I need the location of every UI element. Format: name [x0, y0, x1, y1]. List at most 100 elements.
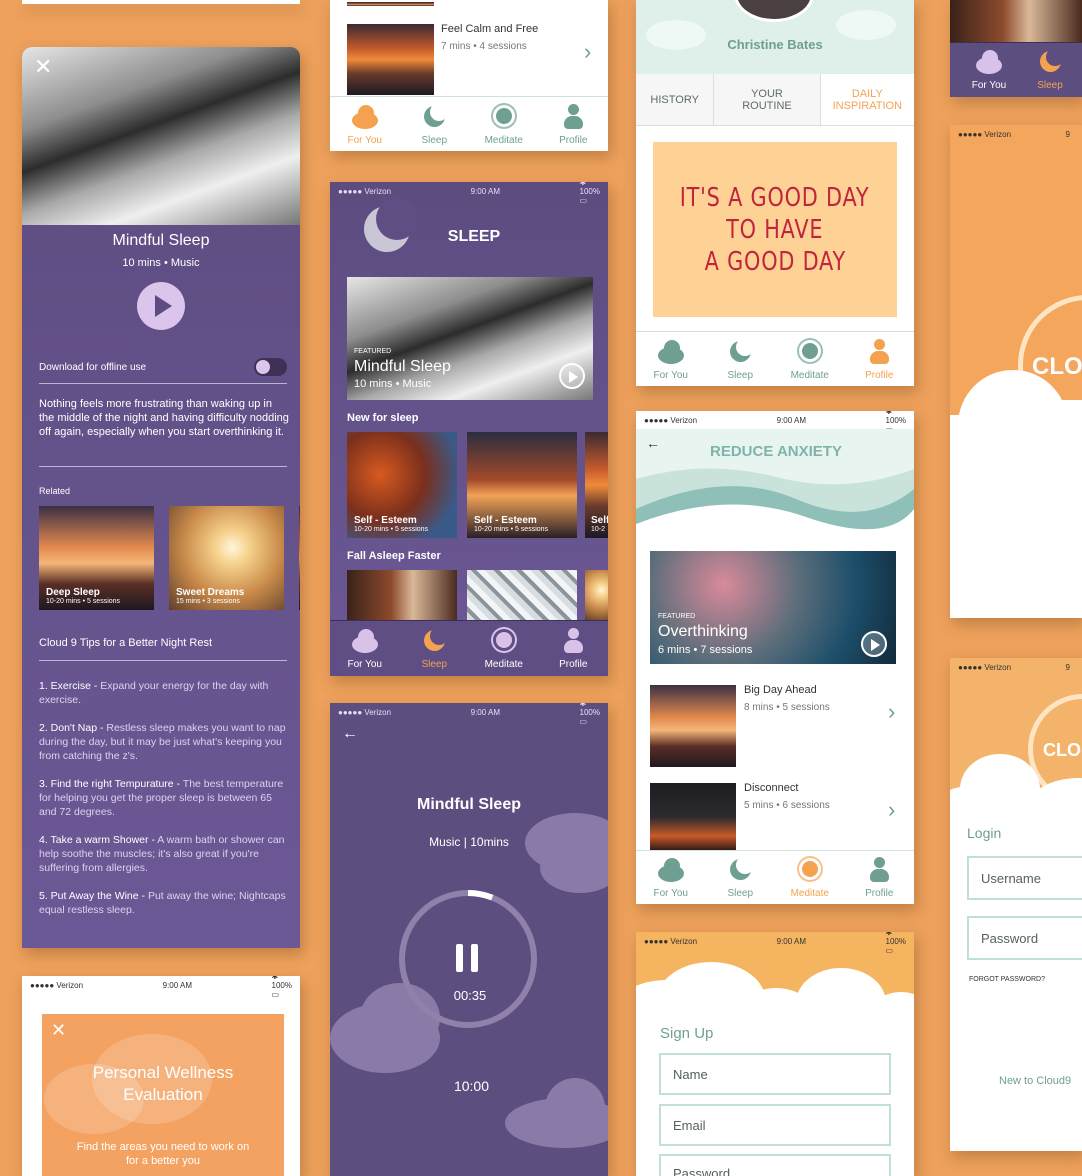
- related-card[interactable]: Deep Sleep 10-20 mins • 5 sessions: [39, 506, 154, 610]
- new-account-link[interactable]: New to Cloud9: [999, 1075, 1071, 1087]
- pause-icon[interactable]: [456, 944, 463, 972]
- tab-inspiration[interactable]: DAILY INSPIRATION: [820, 74, 914, 125]
- tip-item: 2. Don't Nap - Restless sleep makes you …: [39, 721, 289, 763]
- battery: ✱ 100% ▭: [885, 932, 906, 955]
- nav-sleep[interactable]: Sleep: [404, 102, 464, 146]
- nav-sleep[interactable]: Sleep: [710, 337, 770, 381]
- tip-heading: 2. Don't Nap -: [39, 722, 107, 734]
- nav-label: For You: [971, 80, 1007, 91]
- session-tile-partial[interactable]: Self 10-2: [585, 432, 608, 538]
- tile-title: Self - Esteem: [474, 515, 537, 526]
- player-title: Mindful Sleep: [417, 796, 521, 813]
- nav-meditate[interactable]: Meditate: [474, 103, 534, 146]
- nav-meditate[interactable]: Meditate: [474, 627, 534, 670]
- sleep-title: SLEEP: [447, 228, 501, 245]
- tips-title: Cloud 9 Tips for a Better Night Rest: [39, 637, 213, 649]
- tile-meta: 10-20 mins • 5 sessions: [474, 526, 549, 533]
- section-label: New for sleep: [347, 412, 419, 424]
- nav-sleep[interactable]: Sleep: [1030, 48, 1070, 91]
- bottom-nav: For You Sleep Meditate Profile: [330, 620, 608, 676]
- tab-history[interactable]: HISTORY: [636, 74, 715, 125]
- battery: ✱ 100% ▭: [271, 976, 292, 999]
- tile-meta: 10-20 mins • 5 sessions: [354, 526, 429, 533]
- evaluation-title: Personal Wellness Evaluation: [92, 1063, 234, 1104]
- nav-label: Profile: [559, 659, 588, 670]
- tip-heading: 1. Exercise -: [39, 680, 101, 692]
- play-button[interactable]: [861, 631, 887, 657]
- chevron-right-icon[interactable]: ›: [888, 799, 895, 821]
- nav-for-you[interactable]: For You: [641, 856, 701, 899]
- pause-icon[interactable]: [471, 944, 478, 972]
- nav-label: Meditate: [484, 134, 523, 146]
- nav-label: Sleep: [421, 134, 448, 146]
- nav-sleep[interactable]: Sleep: [710, 855, 770, 899]
- nav-label: Profile: [559, 134, 588, 146]
- nav-for-you[interactable]: For You: [335, 627, 395, 670]
- nav-for-you[interactable]: For You: [962, 48, 1016, 91]
- featured-card[interactable]: FEATURED Overthinking 6 mins • 7 session…: [650, 551, 896, 664]
- featured-card[interactable]: FEATURED Mindful Sleep 10 mins • Music: [347, 277, 593, 400]
- nav-sleep[interactable]: Sleep: [404, 627, 464, 670]
- cloud-icon: [656, 856, 686, 884]
- featured-title: Mindful Sleep: [354, 358, 451, 375]
- clock: 9:00 AM: [162, 980, 192, 990]
- for-you-screen-partial: Feel Calm and Free 7 mins • 4 sessions ›…: [330, 0, 608, 151]
- password-field[interactable]: Password: [659, 1154, 891, 1176]
- username-field[interactable]: Username: [967, 856, 1082, 900]
- nav-for-you[interactable]: For You: [641, 338, 701, 381]
- nav-profile[interactable]: Profile: [849, 856, 909, 899]
- carrier: ●●●●● Verizon: [338, 186, 392, 196]
- description-text: Nothing feels more frustrating than waki…: [39, 398, 289, 438]
- quote-line: TO HAVE: [726, 214, 824, 245]
- profile-name: Christine Bates: [727, 37, 823, 52]
- email-field[interactable]: Email: [659, 1104, 891, 1146]
- nav-label: Profile: [865, 369, 894, 381]
- close-icon[interactable]: ✕: [51, 1020, 66, 1041]
- chevron-right-icon[interactable]: ›: [584, 41, 591, 63]
- cloud-icon: [350, 627, 380, 655]
- tip-heading: 3. Find the right Tempurature -: [39, 778, 183, 790]
- nav-profile[interactable]: Profile: [849, 338, 909, 381]
- nav-meditate[interactable]: Meditate: [780, 856, 840, 899]
- back-arrow-icon[interactable]: ←: [342, 725, 358, 743]
- list-meta: 5 mins • 6 sessions: [744, 800, 830, 811]
- nav-for-you[interactable]: For You: [335, 103, 395, 146]
- inspiration-card: IT'S A GOOD DAY TO HAVE A GOOD DAY: [653, 142, 897, 317]
- related-card[interactable]: Sweet Dreams 15 mins • 3 sessions: [169, 506, 284, 610]
- offline-toggle[interactable]: [254, 358, 287, 376]
- card-meta: 15 mins • 3 sessions: [176, 598, 240, 605]
- session-tile[interactable]: Self - Esteem 10-20 mins • 5 sessions: [347, 432, 457, 538]
- related-card-partial[interactable]: [299, 506, 300, 610]
- divider: [39, 660, 287, 661]
- close-icon[interactable]: ✕: [34, 56, 52, 78]
- list-meta: 7 mins • 4 sessions: [441, 41, 527, 52]
- login-title: Login: [967, 825, 1002, 841]
- clock: 9:00 AM: [470, 707, 500, 717]
- evaluation-card: ✕ Personal Wellness Evaluation Find the …: [42, 1014, 284, 1176]
- sun-icon: [489, 103, 519, 131]
- nav-label: Sleep: [421, 659, 448, 670]
- nav-meditate[interactable]: Meditate: [780, 338, 840, 381]
- nav-profile[interactable]: Profile: [543, 103, 603, 146]
- list-title: Big Day Ahead: [744, 684, 817, 696]
- session-tile[interactable]: [467, 570, 577, 620]
- password-field[interactable]: Password: [967, 916, 1082, 960]
- session-tile[interactable]: Self - Esteem 10-20 mins • 5 sessions: [467, 432, 577, 538]
- card-title: Deep Sleep: [46, 587, 100, 598]
- nav-profile[interactable]: Profile: [543, 627, 603, 670]
- play-button[interactable]: [559, 363, 585, 389]
- featured-tag: FEATURED: [658, 613, 696, 620]
- tab-routine[interactable]: YOUR ROUTINE: [714, 74, 821, 125]
- forgot-password-link[interactable]: FORGOT PASSWORD?: [969, 976, 1045, 983]
- session-meta: 10 mins • Music: [122, 257, 200, 269]
- battery: ✱ 100% ▭: [579, 703, 600, 726]
- chevron-right-icon[interactable]: ›: [888, 701, 895, 723]
- evaluation-subtitle: Find the areas you need to work on for a…: [76, 1141, 250, 1167]
- play-icon: [155, 295, 172, 317]
- session-tile-partial[interactable]: [585, 570, 608, 620]
- divider: [39, 466, 287, 467]
- name-field[interactable]: Name: [659, 1053, 891, 1095]
- session-tile[interactable]: [347, 570, 457, 620]
- play-button[interactable]: [137, 282, 185, 330]
- profile-header: Christine Bates: [636, 0, 914, 74]
